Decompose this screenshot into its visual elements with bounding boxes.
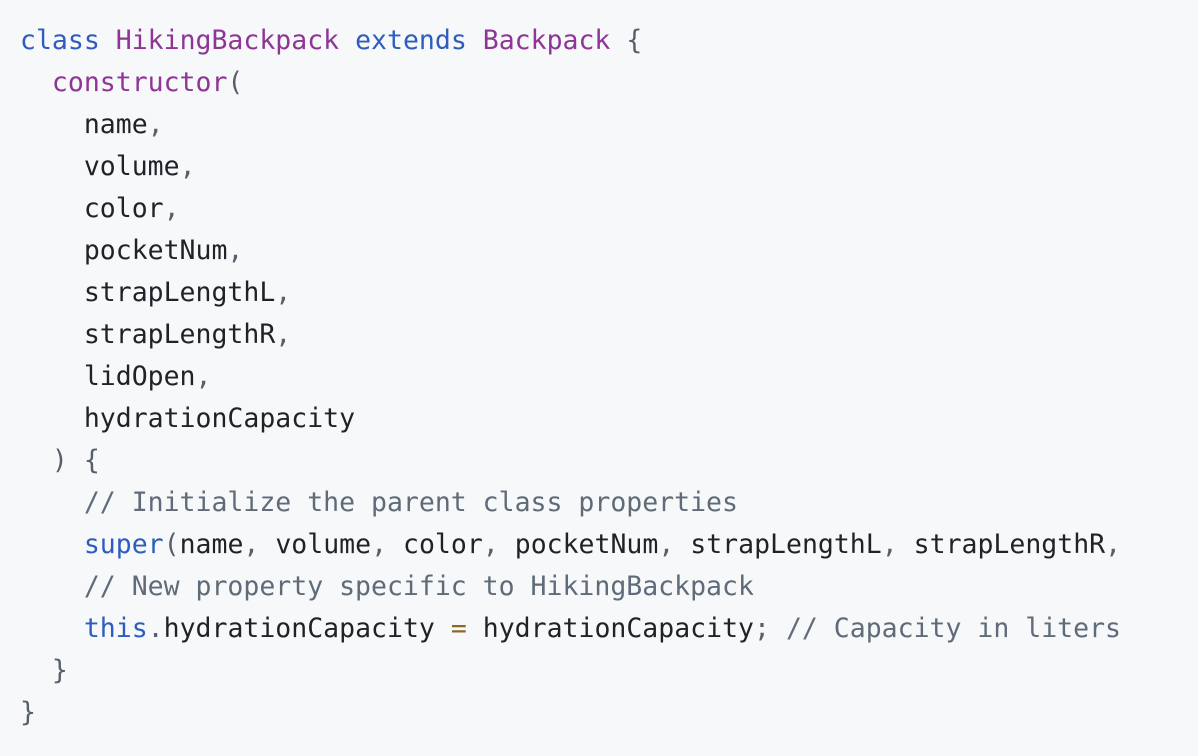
- code-token-param: volume: [275, 529, 372, 560]
- code-line: ) {: [20, 440, 1198, 482]
- code-token-punct: (: [227, 67, 244, 98]
- code-token-keyword: extends: [355, 25, 467, 56]
- code-token-punct: ,: [195, 361, 212, 392]
- code-token-keyword: class: [20, 25, 100, 56]
- code-token-param: strapLengthL: [690, 529, 882, 560]
- code-line: name,: [20, 104, 1198, 146]
- code-token-param: pocketNum: [514, 529, 659, 560]
- code-line: super(name, volume, color, pocketNum, st…: [20, 524, 1198, 566]
- code-line: // New property specific to HikingBackpa…: [20, 566, 1198, 608]
- code-line: pocketNum,: [20, 230, 1198, 272]
- code-token-punct: }: [51, 655, 68, 686]
- code-token-class: Backpack: [482, 25, 611, 56]
- code-token-param: lidOpen: [83, 361, 196, 392]
- code-token-param: strapLengthR: [913, 529, 1106, 560]
- code-token-func: constructor: [51, 67, 228, 98]
- code-token-punct: }: [20, 697, 36, 728]
- code-token-punct: ;: [754, 613, 770, 644]
- code-line: class HikingBackpack extends Backpack {: [20, 20, 1198, 62]
- code-token-param: hydrationCapacity: [163, 613, 435, 644]
- code-token-param: name: [83, 109, 148, 140]
- code-line: this.hydrationCapacity = hydrationCapaci…: [20, 608, 1198, 650]
- code-line: strapLengthL,: [20, 272, 1198, 314]
- code-token-param: hydrationCapacity: [83, 403, 356, 434]
- code-token-class: HikingBackpack: [115, 25, 340, 56]
- code-token-param: color: [403, 529, 483, 560]
- code-token-punct: ,: [275, 277, 292, 308]
- code-token-punct: ,: [163, 193, 180, 224]
- code-token-param: hydrationCapacity: [482, 613, 754, 644]
- code-token-punct: ,: [179, 151, 196, 182]
- code-line: lidOpen,: [20, 356, 1198, 398]
- code-line: }: [20, 650, 1198, 692]
- code-line: strapLengthR,: [20, 314, 1198, 356]
- code-token-punct: .: [147, 613, 164, 644]
- code-token-punct: ,: [1105, 529, 1122, 560]
- code-token-param: color: [83, 193, 164, 224]
- code-token-param: strapLengthL: [83, 277, 276, 308]
- code-token-punct: ,: [243, 529, 260, 560]
- code-token-punct: ,: [147, 109, 164, 140]
- code-token-builtin: super: [83, 529, 164, 560]
- code-token-punct: ): [51, 445, 68, 476]
- code-listing: class HikingBackpack extends Backpack { …: [20, 20, 1198, 734]
- code-token-punct: ,: [658, 529, 675, 560]
- code-token-param: name: [179, 529, 244, 560]
- code-line: // Initialize the parent class propertie…: [20, 482, 1198, 524]
- code-token-op: =: [450, 613, 467, 644]
- code-token-comment: // Initialize the parent class propertie…: [83, 487, 738, 518]
- code-token-builtin: this: [83, 613, 148, 644]
- code-line: }: [20, 692, 1198, 734]
- code-token-punct: ,: [881, 529, 898, 560]
- code-token-punct: {: [83, 445, 100, 476]
- code-line: constructor(: [20, 62, 1198, 104]
- code-token-punct: ,: [482, 529, 499, 560]
- code-token-param: volume: [83, 151, 180, 182]
- code-token-param: strapLengthR: [83, 319, 276, 350]
- code-token-param: pocketNum: [83, 235, 228, 266]
- code-line: volume,: [20, 146, 1198, 188]
- code-block: class HikingBackpack extends Backpack { …: [0, 0, 1198, 756]
- code-line: color,: [20, 188, 1198, 230]
- code-token-punct: ,: [227, 235, 244, 266]
- code-token-punct: {: [626, 25, 643, 56]
- code-token-punct: (: [163, 529, 180, 560]
- code-token-punct: ,: [371, 529, 388, 560]
- code-token-comment: // Capacity in liters: [785, 613, 1121, 644]
- code-line: hydrationCapacity: [20, 398, 1198, 440]
- code-token-comment: // New property specific to HikingBackpa…: [83, 571, 754, 602]
- code-token-punct: ,: [275, 319, 292, 350]
